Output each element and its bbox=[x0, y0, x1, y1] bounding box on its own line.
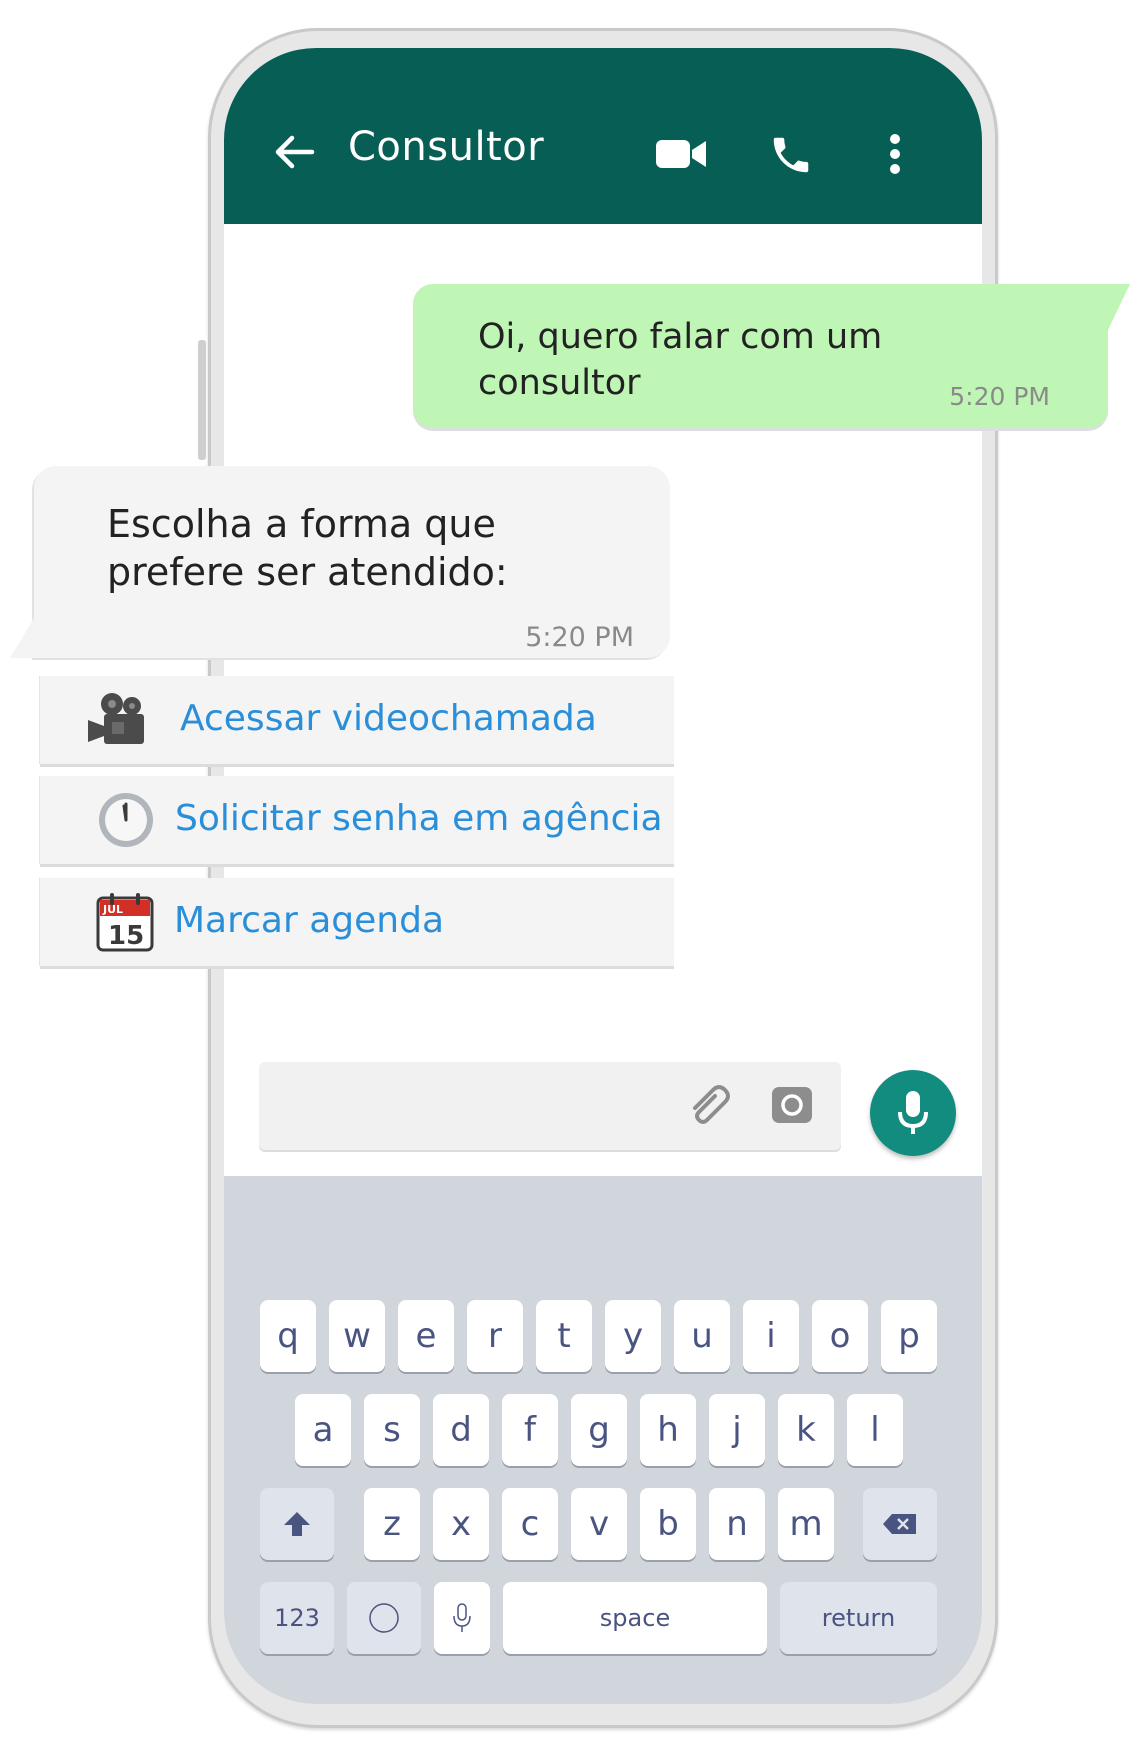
incoming-message-bubble: Escolha a forma que prefere ser atendido… bbox=[10, 466, 670, 658]
option-label-marcar-agenda: Marcar agenda bbox=[174, 900, 445, 941]
key-t[interactable]: t bbox=[536, 1300, 592, 1372]
emoji-circle-icon bbox=[369, 1603, 399, 1633]
incoming-bubble-tail bbox=[10, 618, 34, 658]
phone-call-icon[interactable] bbox=[768, 132, 814, 178]
dictation-key[interactable] bbox=[434, 1582, 490, 1654]
key-g[interactable]: g bbox=[571, 1394, 627, 1466]
key-a[interactable]: a bbox=[295, 1394, 351, 1466]
option-label-senha-agencia: Solicitar senha em agência bbox=[175, 798, 663, 839]
key-o[interactable]: o bbox=[812, 1300, 868, 1372]
key-w[interactable]: w bbox=[329, 1300, 385, 1372]
keyboard: q w e r t y u i o p a s d f g h j k l z … bbox=[224, 1176, 982, 1704]
option-marcar-agenda-button[interactable]: JUL 15 Marcar agenda bbox=[40, 878, 674, 966]
voice-message-button[interactable] bbox=[870, 1070, 956, 1156]
outgoing-message-time: 5:20 PM bbox=[949, 382, 1050, 411]
key-k[interactable]: k bbox=[778, 1394, 834, 1466]
key-c[interactable]: c bbox=[502, 1488, 558, 1560]
key-y[interactable]: y bbox=[605, 1300, 661, 1372]
key-u[interactable]: u bbox=[674, 1300, 730, 1372]
outgoing-message-bubble: Oi, quero falar com um consultor 5:20 PM bbox=[413, 284, 1130, 428]
shift-key[interactable] bbox=[260, 1488, 334, 1560]
phone-side-button bbox=[198, 340, 206, 460]
app-bar: Consultor bbox=[224, 48, 982, 224]
key-l[interactable]: l bbox=[847, 1394, 903, 1466]
space-key[interactable]: space bbox=[503, 1582, 767, 1654]
more-options-icon[interactable] bbox=[888, 132, 902, 176]
camera-icon[interactable] bbox=[771, 1084, 813, 1126]
chat-title: Consultor bbox=[348, 124, 545, 170]
key-e[interactable]: e bbox=[398, 1300, 454, 1372]
microphone-icon bbox=[898, 1091, 928, 1134]
key-m[interactable]: m bbox=[778, 1488, 834, 1560]
key-n[interactable]: n bbox=[709, 1488, 765, 1560]
key-r[interactable]: r bbox=[467, 1300, 523, 1372]
incoming-message-text: Escolha a forma que prefere ser atendido… bbox=[107, 500, 647, 596]
option-label-videochamada: Acessar videochamada bbox=[180, 698, 597, 739]
key-x[interactable]: x bbox=[433, 1488, 489, 1560]
incoming-message-time: 5:20 PM bbox=[525, 622, 634, 653]
outgoing-bubble-tail bbox=[1108, 284, 1130, 330]
calendar-icon: JUL 15 bbox=[96, 893, 154, 952]
calendar-day-text: 15 bbox=[108, 921, 144, 951]
numbers-key[interactable]: 123 bbox=[260, 1582, 334, 1654]
backspace-icon bbox=[883, 1514, 916, 1534]
option-senha-agencia-button[interactable]: Solicitar senha em agência bbox=[40, 776, 674, 864]
clock-icon bbox=[99, 793, 153, 847]
key-f[interactable]: f bbox=[502, 1394, 558, 1466]
key-d[interactable]: d bbox=[433, 1394, 489, 1466]
key-q[interactable]: q bbox=[260, 1300, 316, 1372]
option-videochamada-button[interactable]: Acessar videochamada bbox=[40, 676, 674, 764]
video-call-icon[interactable] bbox=[656, 138, 708, 170]
back-arrow-icon[interactable] bbox=[272, 130, 316, 174]
movie-camera-icon bbox=[88, 693, 144, 744]
emoji-key[interactable] bbox=[347, 1582, 421, 1654]
key-h[interactable]: h bbox=[640, 1394, 696, 1466]
key-b[interactable]: b bbox=[640, 1488, 696, 1560]
calendar-month-text: JUL bbox=[102, 903, 123, 916]
return-key[interactable]: return bbox=[780, 1582, 937, 1654]
key-z[interactable]: z bbox=[364, 1488, 420, 1560]
key-j[interactable]: j bbox=[709, 1394, 765, 1466]
key-s[interactable]: s bbox=[364, 1394, 420, 1466]
incoming-message-line-2: prefere ser atendido: bbox=[107, 550, 508, 594]
key-i[interactable]: i bbox=[743, 1300, 799, 1372]
key-v[interactable]: v bbox=[571, 1488, 627, 1560]
backspace-key[interactable] bbox=[863, 1488, 937, 1560]
attach-paperclip-icon[interactable] bbox=[687, 1084, 735, 1128]
key-p[interactable]: p bbox=[881, 1300, 937, 1372]
incoming-message-line-1: Escolha a forma que bbox=[107, 502, 496, 546]
outgoing-message-line-1: Oi, quero falar com um bbox=[478, 317, 883, 357]
dictation-mic-icon bbox=[453, 1603, 471, 1632]
message-input[interactable] bbox=[259, 1062, 841, 1150]
shift-arrow-icon bbox=[284, 1512, 310, 1536]
